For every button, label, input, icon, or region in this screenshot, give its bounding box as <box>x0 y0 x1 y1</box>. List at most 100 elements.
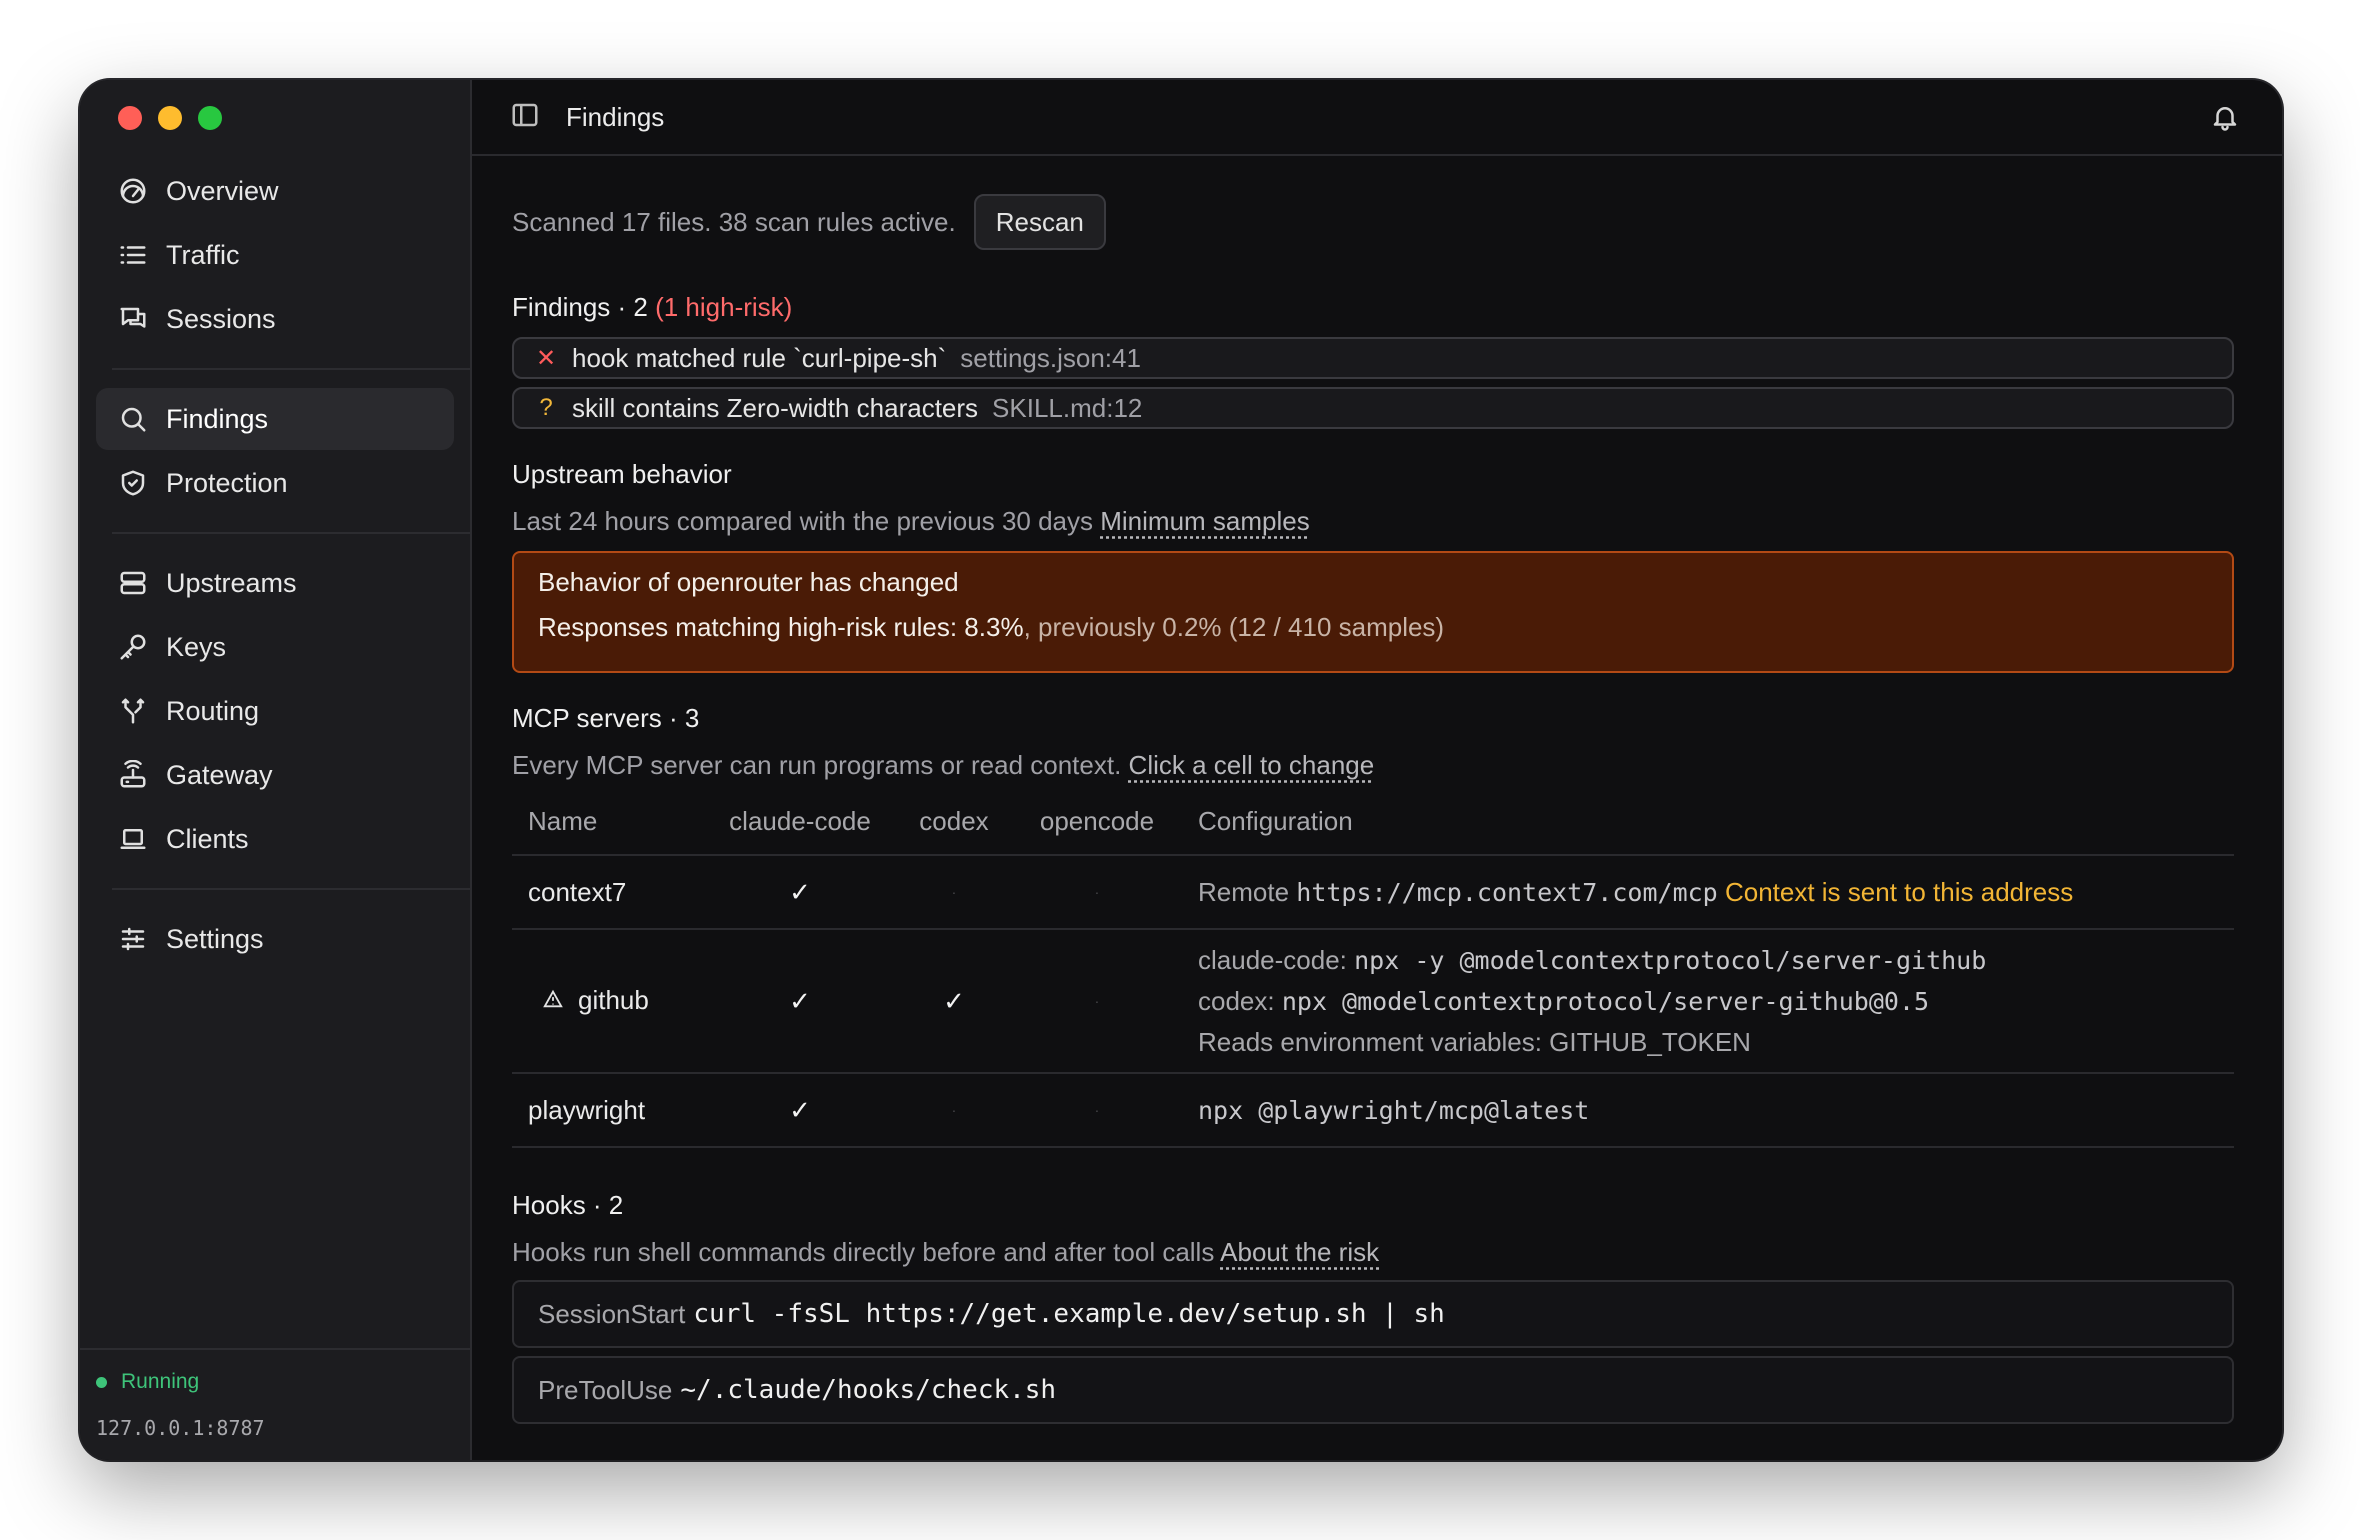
cell-claude-code[interactable]: ✓ <box>704 929 896 1074</box>
sidebar-toggle-icon[interactable] <box>510 100 540 135</box>
sidebar-item-label: Clients <box>166 823 249 854</box>
cell-claude-code[interactable]: ✓ <box>704 855 896 930</box>
column-header: opencode <box>1012 789 1182 856</box>
finding-item[interactable]: ✕ hook matched rule `curl-pipe-sh` setti… <box>512 337 2234 379</box>
sidebar: Overview Traffic Sessions Findings Prote… <box>80 80 472 1460</box>
sidebar-item-routing[interactable]: Routing <box>96 680 454 742</box>
sidebar-item-label: Keys <box>166 631 227 662</box>
hooks-description: Hooks run shell commands directly before… <box>512 1237 2234 1268</box>
table-row: github ✓ ✓ · claude-code: npx -y @modelc… <box>512 929 2234 1074</box>
cell-opencode[interactable]: · <box>1012 855 1182 930</box>
mcp-table: Name claude-code codex opencode Configur… <box>512 789 2234 1148</box>
config-command: npx @playwright/mcp@latest <box>1198 1095 1590 1125</box>
server-name: github <box>578 984 649 1015</box>
rescan-button[interactable]: Rescan <box>973 194 1106 250</box>
config-label: codex: <box>1198 986 1275 1016</box>
divider <box>112 888 470 890</box>
hook-event: PreToolUse <box>538 1374 673 1405</box>
sidebar-item-label: Sessions <box>166 303 276 334</box>
page-title: Findings <box>566 101 665 132</box>
router-icon <box>118 760 148 790</box>
sliders-icon <box>118 924 148 954</box>
server-name: playwright <box>512 1073 704 1148</box>
divider <box>112 532 470 534</box>
cell-codex[interactable]: ✓ <box>896 929 1012 1074</box>
error-x-icon: ✕ <box>535 344 557 372</box>
warning-question-icon: ? <box>539 394 553 421</box>
sidebar-item-sessions[interactable]: Sessions <box>96 288 454 350</box>
topbar: Findings <box>472 80 2282 156</box>
finding-text: skill contains Zero-width characters <box>572 392 979 423</box>
cell-opencode[interactable]: · <box>1012 929 1182 1074</box>
findings-heading-text: Findings · 2 <box>512 292 648 322</box>
hooks-desc-text: Hooks run shell commands directly before… <box>512 1237 1215 1267</box>
sidebar-item-overview[interactable]: Overview <box>96 160 454 222</box>
sidebar-item-label: Overview <box>166 175 279 206</box>
sidebar-item-settings[interactable]: Settings <box>96 908 454 970</box>
status-dot-icon <box>96 1376 107 1388</box>
sidebar-item-upstreams[interactable]: Upstreams <box>96 552 454 614</box>
fork-icon <box>118 696 148 726</box>
sidebar-item-label: Traffic <box>166 239 240 270</box>
high-risk-count: (1 high-risk) <box>655 292 793 322</box>
config-warning: Context is sent to this address <box>1724 876 2074 907</box>
minimize-window-button[interactable] <box>158 106 182 130</box>
cell-claude-code[interactable]: ✓ <box>704 1073 896 1148</box>
sidebar-item-label: Upstreams <box>166 567 297 598</box>
finding-text: hook matched rule `curl-pipe-sh` <box>572 342 947 373</box>
key-icon <box>118 632 148 662</box>
gauge-icon <box>118 176 148 206</box>
alert-metric: Responses matching high-risk rules: 8.3% <box>538 612 1024 642</box>
behavior-change-alert: Behavior of openrouter has changed Respo… <box>512 551 2234 673</box>
config-prefix: Remote <box>1198 876 1290 907</box>
hook-item[interactable]: SessionStart curl -fsSL https://get.exam… <box>512 1280 2234 1348</box>
cell-codex[interactable]: · <box>896 1073 1012 1148</box>
column-header: claude-code <box>704 789 896 856</box>
sidebar-item-findings[interactable]: Findings <box>96 388 454 450</box>
config-label: claude-code: <box>1198 945 1347 975</box>
scan-summary: Scanned 17 files. 38 scan rules active. <box>512 206 956 237</box>
upstream-description: Last 24 hours compared with the previous… <box>512 506 2234 537</box>
config-env-line: Reads environment variables: GITHUB_TOKE… <box>1198 1027 1751 1057</box>
findings-list: ✕ hook matched rule `curl-pipe-sh` setti… <box>512 337 2234 429</box>
zoom-window-button[interactable] <box>198 106 222 130</box>
sidebar-item-label: Findings <box>166 403 269 434</box>
alert-previous: , previously 0.2% (12 / 410 samples) <box>1023 612 1445 642</box>
sidebar-item-label: Gateway <box>166 759 273 790</box>
server-name: context7 <box>512 855 704 930</box>
list-icon <box>118 240 148 270</box>
about-risk-link[interactable]: About the risk <box>1220 1237 1379 1267</box>
findings-content: Scanned 17 files. 38 scan rules active. … <box>512 156 2234 1424</box>
shield-icon <box>118 468 148 498</box>
window-controls <box>118 106 222 130</box>
bell-icon[interactable] <box>2210 102 2240 137</box>
column-header: Name <box>512 789 704 856</box>
click-cell-link[interactable]: Click a cell to change <box>1129 750 1375 780</box>
table-row: context7 ✓ · · Remote https://mcp.contex… <box>512 855 2234 930</box>
cell-codex[interactable]: · <box>896 855 1012 930</box>
column-header: codex <box>896 789 1012 856</box>
mcp-desc-text: Every MCP server can run programs or rea… <box>512 750 1122 780</box>
config-command: npx @modelcontextprotocol/server-github@… <box>1281 987 1930 1016</box>
hook-command: ~/.claude/hooks/check.sh <box>680 1375 1057 1405</box>
alert-metric-line: Responses matching high-risk rules: 8.3%… <box>538 612 2208 643</box>
sidebar-item-clients[interactable]: Clients <box>96 808 454 870</box>
sidebar-item-traffic[interactable]: Traffic <box>96 224 454 286</box>
minimum-samples-link[interactable]: Minimum samples <box>1100 506 1310 536</box>
sidebar-item-keys[interactable]: Keys <box>96 616 454 678</box>
alert-title: Behavior of openrouter has changed <box>538 567 959 597</box>
sidebar-item-label: Settings <box>166 923 264 954</box>
hook-item[interactable]: PreToolUse ~/.claude/hooks/check.sh <box>512 1356 2234 1424</box>
config-url: https://mcp.context7.com/mcp <box>1296 877 1718 907</box>
sidebar-item-gateway[interactable]: Gateway <box>96 744 454 806</box>
app-window: Overview Traffic Sessions Findings Prote… <box>80 80 2282 1460</box>
cell-opencode[interactable]: · <box>1012 1073 1182 1148</box>
server-config: Remote https://mcp.context7.com/mcp Cont… <box>1182 855 2234 930</box>
config-command: npx -y @modelcontextprotocol/server-gith… <box>1354 946 1987 975</box>
chat-icon <box>118 304 148 334</box>
sidebar-item-protection[interactable]: Protection <box>96 452 454 514</box>
finding-item[interactable]: ? skill contains Zero-width characters S… <box>512 387 2234 429</box>
laptop-icon <box>118 824 148 854</box>
close-window-button[interactable] <box>118 106 142 130</box>
column-header: Configuration <box>1182 789 2234 856</box>
